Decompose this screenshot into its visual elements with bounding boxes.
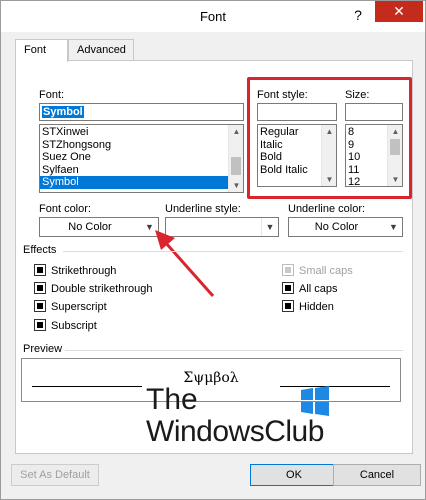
font-listbox[interactable]: STXinwei STZhongsong Suez One Sylfaen Sy…: [39, 124, 244, 193]
scroll-down-icon[interactable]: ▼: [388, 173, 402, 186]
subscript-label: Subscript: [51, 320, 97, 332]
strikethrough-checkbox[interactable]: Strikethrough: [34, 264, 116, 278]
font-list-item[interactable]: Suez One: [40, 151, 243, 164]
font-name-input[interactable]: Symbol: [39, 103, 244, 121]
underline-style-dropdown[interactable]: ▼: [165, 217, 279, 237]
small-caps-label: Small caps: [299, 265, 353, 277]
chevron-down-icon[interactable]: ▼: [141, 218, 158, 236]
tab-advanced-label: Advanced: [77, 44, 126, 56]
scroll-up-icon[interactable]: ▲: [388, 125, 402, 138]
font-name-value: Symbol: [42, 106, 84, 118]
scroll-up-icon[interactable]: ▲: [229, 125, 243, 138]
checkbox-box[interactable]: [282, 300, 294, 312]
preview-divider: [65, 350, 403, 351]
size-label: Size:: [345, 89, 370, 101]
superscript-label: Superscript: [51, 301, 107, 313]
effects-label: Effects: [23, 244, 57, 256]
font-list-item[interactable]: STZhongsong: [40, 139, 243, 152]
subscript-checkbox[interactable]: Subscript: [34, 319, 97, 333]
size-scrollbar[interactable]: ▲ ▼: [387, 125, 402, 186]
checkbox-box[interactable]: [34, 300, 46, 312]
hidden-label: Hidden: [299, 301, 334, 313]
font-list-scrollbar[interactable]: ▲ ▼: [228, 125, 243, 192]
strikethrough-label: Strikethrough: [51, 265, 117, 277]
font-style-scrollbar[interactable]: ▲ ▼: [321, 125, 336, 186]
checkbox-box[interactable]: [282, 282, 294, 294]
preview-baseline-right: [280, 386, 390, 387]
chevron-down-icon[interactable]: ▼: [261, 218, 278, 236]
scroll-thumb[interactable]: [390, 139, 400, 155]
preview-text: Σψμβολ: [183, 370, 239, 386]
font-color-value: No Color: [68, 221, 112, 233]
font-style-listbox[interactable]: Regular Italic Bold Bold Italic ▲ ▼: [257, 124, 337, 187]
underline-color-dropdown[interactable]: No Color ▼: [288, 217, 403, 237]
font-color-dropdown[interactable]: No Color ▼: [39, 217, 159, 237]
all-caps-checkbox[interactable]: All caps: [282, 282, 338, 296]
double-strikethrough-label: Double strikethrough: [51, 283, 153, 295]
preview-baseline-left: [32, 386, 142, 387]
font-dialog: Font ? ✕ Font Advanced Font: Symbol STXi…: [0, 0, 426, 500]
checkbox-box[interactable]: [34, 282, 46, 294]
title-bar: Font ? ✕: [1, 1, 425, 32]
close-button[interactable]: ✕: [375, 1, 423, 22]
checkbox-box[interactable]: [282, 264, 294, 276]
help-button[interactable]: ?: [343, 2, 373, 28]
size-input[interactable]: [345, 103, 403, 121]
font-list-item[interactable]: STXinwei: [40, 126, 243, 139]
windows-logo-icon: [301, 386, 329, 416]
scroll-up-icon[interactable]: ▲: [322, 125, 336, 138]
font-color-label: Font color:: [39, 203, 91, 215]
ok-button[interactable]: OK: [250, 464, 338, 486]
small-caps-checkbox[interactable]: Small caps: [282, 264, 353, 278]
set-as-default-button[interactable]: Set As Default: [11, 464, 99, 486]
preview-box: Σψμβολ: [21, 358, 401, 402]
scroll-thumb[interactable]: [231, 157, 241, 175]
font-list-item[interactable]: Sylfaen: [40, 164, 243, 177]
checkbox-box[interactable]: [34, 319, 46, 331]
double-strikethrough-checkbox[interactable]: Double strikethrough: [34, 282, 153, 296]
font-style-input[interactable]: [257, 103, 337, 121]
effects-divider: [63, 251, 403, 252]
font-style-label: Font style:: [257, 89, 308, 101]
hidden-checkbox[interactable]: Hidden: [282, 300, 334, 314]
underline-color-value: No Color: [314, 221, 359, 233]
underline-style-label: Underline style:: [165, 203, 241, 215]
scroll-down-icon[interactable]: ▼: [229, 179, 243, 192]
cancel-button[interactable]: Cancel: [333, 464, 421, 486]
tab-font-label: Font: [24, 44, 47, 56]
chevron-down-icon[interactable]: ▼: [385, 218, 402, 236]
size-listbox[interactable]: 8 9 10 11 12 ▲ ▼: [345, 124, 403, 187]
underline-color-label: Underline color:: [288, 203, 366, 215]
font-list-item-selected[interactable]: Symbol: [40, 176, 243, 189]
scroll-down-icon[interactable]: ▼: [322, 173, 336, 186]
preview-label: Preview: [23, 343, 63, 355]
font-label: Font:: [39, 89, 65, 101]
superscript-checkbox[interactable]: Superscript: [34, 300, 107, 314]
tab-advanced[interactable]: Advanced: [68, 39, 134, 61]
checkbox-box[interactable]: [34, 264, 46, 276]
tab-font[interactable]: Font: [15, 39, 68, 62]
all-caps-label: All caps: [299, 283, 338, 295]
